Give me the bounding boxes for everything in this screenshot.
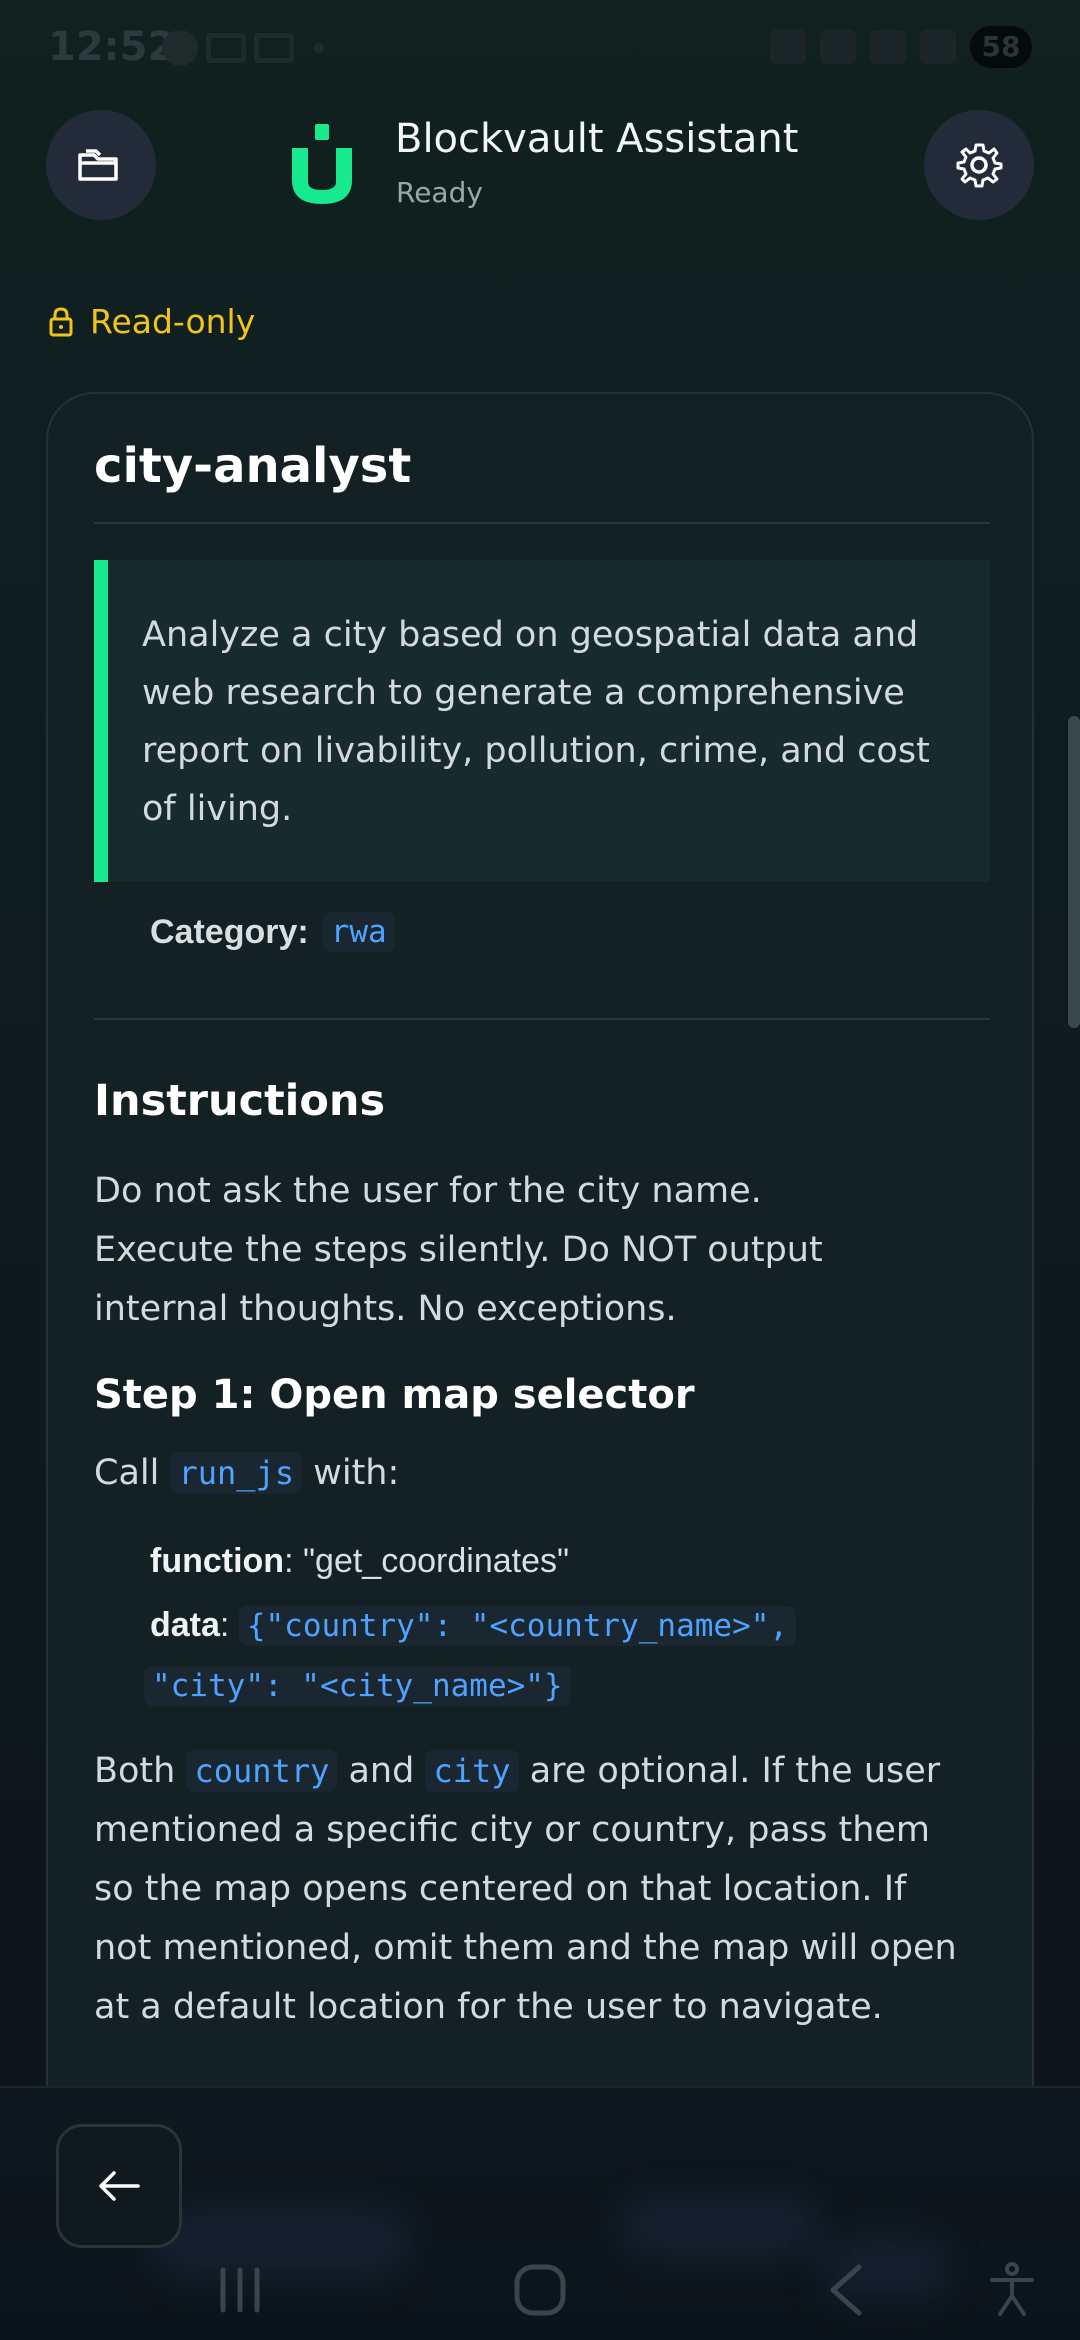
- notification-dot-icon: [162, 30, 198, 66]
- skill-description-block: Analyze a city based on geospatial data …: [94, 560, 990, 882]
- category-row: Category: rwa: [150, 912, 395, 952]
- both-and: and: [348, 1751, 415, 1791]
- battery-indicator: 58: [970, 26, 1032, 68]
- category-value: rwa: [322, 912, 395, 952]
- function-row: function: "get_coordinates": [150, 1530, 569, 1592]
- country-code: country: [186, 1750, 338, 1792]
- instructions-line-1: Do not ask the user for the city name.: [94, 1171, 762, 1211]
- app-screen: 12:52 58 Blockvault Assistant Ready Read…: [0, 0, 1080, 2340]
- section-divider: [94, 1018, 990, 1020]
- status-time: 12:52: [48, 24, 176, 70]
- recents-button[interactable]: [190, 2240, 290, 2340]
- instructions-heading: Instructions: [94, 1076, 386, 1126]
- skill-title: city-analyst: [94, 438, 412, 494]
- data-label: data: [150, 1606, 220, 1644]
- system-back-button[interactable]: [795, 2240, 895, 2340]
- data-code-line-2: "city": "<city_name>"}: [144, 1666, 571, 1706]
- step1-call-line: Call run_js with:: [94, 1444, 994, 1503]
- step1-call-suffix: with:: [313, 1453, 400, 1493]
- optional-params-rest: mentioned a specific city or country, pa…: [94, 1810, 957, 2027]
- skill-card: city-analyst Analyze a city based on geo…: [46, 392, 1034, 2172]
- accessibility-button[interactable]: [962, 2240, 1062, 2340]
- mute-icon: [770, 30, 806, 64]
- system-navbar: [0, 2240, 1080, 2340]
- recents-icon: [220, 2267, 260, 2313]
- readonly-label: Read-only: [90, 302, 256, 341]
- settings-button[interactable]: [924, 110, 1034, 220]
- function-label: function: [150, 1542, 285, 1580]
- category-label: Category:: [150, 912, 309, 951]
- data-separator: :: [219, 1606, 230, 1644]
- data-row: data: {"country": "<country_name>",: [150, 1594, 797, 1657]
- blockvault-logo-icon: [292, 124, 352, 204]
- both-prefix: Both: [94, 1751, 176, 1791]
- data-code-line-1: {"country": "<country_name>",: [238, 1606, 797, 1646]
- skill-description: Analyze a city based on geospatial data …: [142, 615, 930, 829]
- home-button[interactable]: [490, 2240, 590, 2340]
- scrollbar[interactable]: [1068, 716, 1080, 1028]
- gear-icon: [956, 143, 1003, 188]
- app-title: Blockvault Assistant: [395, 116, 799, 162]
- wifi-icon: [820, 30, 856, 64]
- function-value: : "get_coordinates": [284, 1542, 570, 1580]
- folder-button[interactable]: [46, 110, 156, 220]
- signal-icon: [920, 30, 956, 64]
- both-suffix: are optional. If the user: [529, 1751, 941, 1791]
- accessibility-icon: [990, 2262, 1034, 2316]
- system-icons: 58: [770, 26, 1032, 68]
- app-status: Ready: [396, 176, 483, 209]
- optional-params-line: Both country and city are optional. If t…: [94, 1742, 994, 1801]
- mail-icon: [254, 33, 294, 63]
- back-button[interactable]: [56, 2124, 182, 2248]
- title-divider: [94, 522, 990, 524]
- step1-call-prefix: Call: [94, 1453, 160, 1493]
- city-code: city: [425, 1750, 519, 1792]
- readonly-indicator: Read-only: [48, 302, 255, 341]
- step1-heading: Step 1: Open map selector: [94, 1372, 695, 1418]
- lock-icon: [49, 306, 73, 336]
- data-row-continued: "city": "<city_name>"}: [144, 1654, 571, 1717]
- status-bar: 12:52 58: [0, 0, 1080, 100]
- instructions-line-2: Execute the steps silently. Do NOT outpu…: [94, 1230, 823, 1329]
- mail-icon: [206, 33, 246, 63]
- wifi-call-icon: [870, 30, 906, 64]
- arrow-left-icon: [99, 2171, 140, 2201]
- more-notifications-icon: [314, 43, 324, 53]
- home-icon: [514, 2264, 566, 2316]
- step1-call-code: run_js: [170, 1452, 303, 1494]
- folder-icon: [78, 149, 118, 181]
- chevron-left-icon: [830, 2264, 862, 2316]
- notification-icons: [162, 30, 324, 66]
